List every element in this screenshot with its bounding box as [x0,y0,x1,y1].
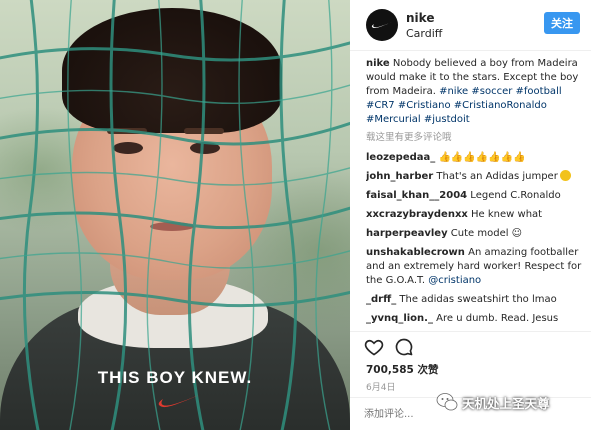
laughing-emoji-icon [559,170,571,181]
comment-username[interactable]: faisal_khan__2004 [366,190,467,201]
comment-item: _drff_ The adidas sweatshirt tho lmao [366,293,584,307]
watermark: 天机处上圣天尊 [436,392,550,412]
comment-text: Cute model ☺ [447,228,523,239]
comment-username[interactable]: leozepedaa_ [366,152,435,163]
follow-button[interactable]: 关注 [544,12,580,34]
hashtag-link[interactable]: #football [516,86,562,97]
nike-swoosh-icon [371,22,392,29]
comment-username[interactable]: xxcrazybraydenxx [366,209,468,220]
like-count[interactable]: 700,585 次赞 [366,362,438,377]
load-more-comments[interactable]: 载这里有更多评论哦 [366,131,584,145]
comment-username[interactable]: john_harber [366,171,433,182]
comment-rows: leozepedaa_ 👍👍👍👍👍👍👍 john_harber That's an… [366,151,584,326]
comment-item: john_harber That's an Adidas jumper [366,170,584,184]
post-photo[interactable]: THIS BOY KNEW. [0,0,350,430]
comment-list[interactable]: nike Nobody believed a boy from Madeira … [366,57,584,329]
post-username[interactable]: nike [406,11,434,25]
wechat-logo-icon [436,393,458,411]
post-caption: nike Nobody believed a boy from Madeira … [366,57,584,127]
comment-text: He knew what [467,209,543,220]
ad-slogan: THIS BOY KNEW. [97,368,253,387]
comment-item: faisal_khan__2004 Legend C.Ronaldo [366,189,584,203]
heart-icon[interactable] [364,337,384,357]
action-bar [364,337,414,359]
comment-text: 👍👍👍👍👍👍👍 [435,152,526,163]
comment-text: Legend C.Ronaldo [467,190,561,201]
hashtag-link[interactable]: #CR7 [366,100,395,111]
hashtag-link[interactable]: #Mercurial [366,114,421,125]
avatar[interactable] [366,9,398,41]
hashtag-link[interactable]: #CristianoRonaldo [454,100,547,111]
actions-divider [350,331,591,332]
comment-text: Are u dumb. Read. Jesus [432,313,559,324]
post-header: nike Cardiff 关注 [350,0,591,51]
hashtag-link[interactable]: #justdoit [424,114,470,125]
hashtag-link[interactable]: #Cristiano [398,100,451,111]
caption-username[interactable]: nike [366,58,390,69]
comment-text: The adidas sweatshirt tho lmao [396,294,557,305]
hashtag-link[interactable]: #soccer [471,86,512,97]
comment-username[interactable]: unshakablecrown [366,247,465,258]
comment-username[interactable]: harperpeavley [366,228,448,239]
comment-item: unshakablecrown An amazing footballer an… [366,246,584,288]
post-location[interactable]: Cardiff [406,27,442,40]
post-date: 6月4日 [366,383,396,393]
hashtag-link[interactable]: #nike [439,86,468,97]
watermark-text: 天机处上圣天尊 [462,395,550,411]
comment-item: leozepedaa_ 👍👍👍👍👍👍👍 [366,151,584,165]
comment-item: xxcrazybraydenxx He knew what [366,208,584,222]
comment-item: _yvnq_lion._ Are u dumb. Read. Jesus [366,312,584,326]
comment-username[interactable]: _drff_ [366,294,396,305]
mention-link[interactable]: @cristiano [428,275,481,286]
comment-text: That's an Adidas jumper [433,171,558,182]
comment-item: harperpeavley Cute model ☺ [366,227,584,241]
goal-net-overlay [0,0,350,430]
comment-bubble-icon[interactable] [394,337,414,357]
nike-swoosh-logo [158,395,199,408]
comment-username[interactable]: _yvnq_lion._ [366,313,433,324]
post-details-panel: nike Cardiff 关注 nike Nobody believed a b… [350,0,591,430]
